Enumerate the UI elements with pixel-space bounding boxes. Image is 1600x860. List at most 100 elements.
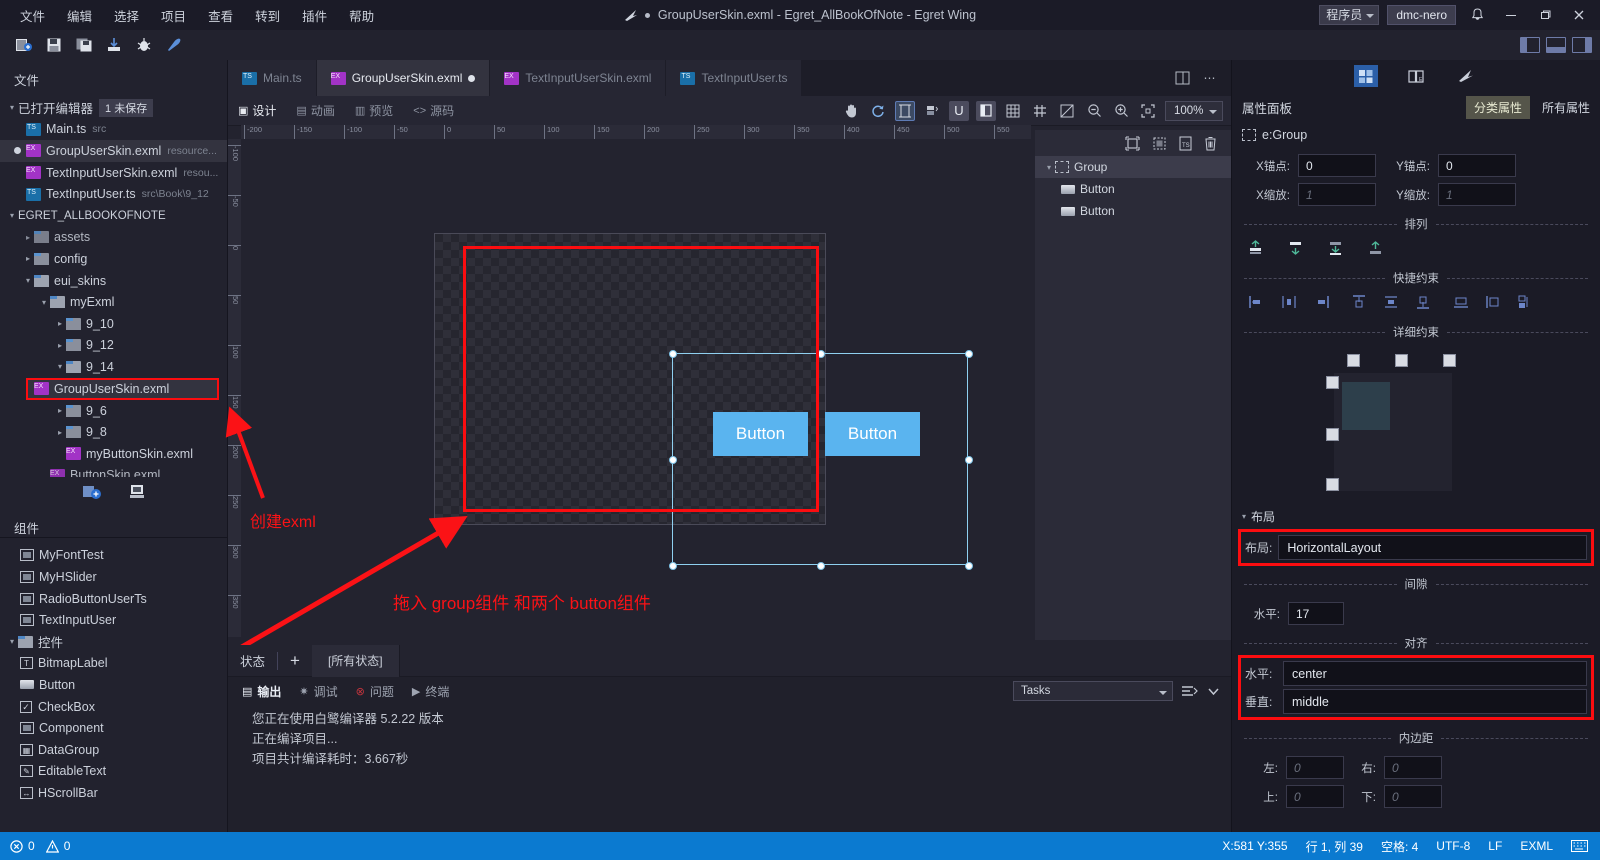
ts-link-icon[interactable]: TS bbox=[1179, 136, 1192, 151]
run-icon[interactable] bbox=[162, 34, 186, 56]
snap-icon[interactable] bbox=[1030, 101, 1050, 121]
canvas-button-2[interactable]: Button bbox=[825, 412, 920, 456]
minimize-button[interactable] bbox=[1498, 0, 1524, 30]
menu-item-4[interactable]: 查看 bbox=[198, 2, 243, 29]
tree-row-myexml[interactable]: ▾ myExml bbox=[0, 291, 227, 313]
section-layout-header[interactable]: ▾ 布局 bbox=[1232, 502, 1600, 527]
delete-icon[interactable] bbox=[1204, 136, 1217, 151]
indent-setting[interactable]: 空格: 4 bbox=[1381, 838, 1418, 855]
editor-tab-0[interactable]: Main.ts bbox=[228, 60, 317, 96]
bell-icon[interactable] bbox=[1464, 0, 1490, 30]
constraint-top-center[interactable] bbox=[1395, 354, 1408, 367]
language-mode[interactable]: EXML bbox=[1520, 839, 1553, 853]
group-layers-icon[interactable] bbox=[1152, 136, 1167, 151]
align-vertical-select[interactable] bbox=[1283, 689, 1587, 714]
detailed-constraint-widget[interactable] bbox=[1246, 348, 1586, 498]
component-item-radiobuttonuserts[interactable]: RadioButtonUserTs bbox=[0, 588, 227, 610]
project-root-row[interactable]: ▾ EGRET_ALLBOOKOFNOTE bbox=[0, 205, 227, 227]
frame-icon[interactable] bbox=[895, 100, 915, 121]
grid-icon[interactable] bbox=[1003, 101, 1023, 121]
component-item-控件[interactable]: ▾ 控件 bbox=[0, 631, 227, 653]
state-tab-all[interactable]: [所有状态] bbox=[311, 644, 400, 677]
editor-tab-2[interactable]: TextInputUserSkin.exml bbox=[490, 60, 667, 96]
role-select[interactable]: 程序员 bbox=[1319, 5, 1380, 25]
layers-icon[interactable] bbox=[922, 101, 942, 121]
maximize-button[interactable] bbox=[1532, 0, 1558, 30]
send-to-back-icon[interactable] bbox=[1286, 240, 1304, 256]
open-file-row-2[interactable]: TextInputUserSkin.exml resou... bbox=[0, 162, 227, 184]
fill-width-icon[interactable] bbox=[1452, 294, 1470, 310]
fill-height-icon[interactable] bbox=[1484, 294, 1502, 310]
zoom-in-icon[interactable] bbox=[1111, 101, 1131, 121]
toggle-right-panel-icon[interactable] bbox=[1572, 37, 1592, 53]
close-button[interactable] bbox=[1566, 0, 1592, 30]
keyboard-icon[interactable] bbox=[1571, 840, 1588, 852]
component-item-button[interactable]: Button bbox=[0, 674, 227, 696]
zoom-level-select[interactable]: 100% bbox=[1165, 100, 1223, 121]
resize-handle-bc[interactable] bbox=[817, 562, 825, 570]
align-horizontal-select[interactable] bbox=[1283, 661, 1587, 686]
bring-to-front-icon[interactable] bbox=[1246, 240, 1264, 256]
egret-icon[interactable] bbox=[1454, 65, 1478, 87]
constraint-top-left[interactable] bbox=[1347, 354, 1360, 367]
eol-setting[interactable]: LF bbox=[1488, 839, 1502, 853]
menu-item-5[interactable]: 转到 bbox=[245, 2, 290, 29]
layout-select[interactable] bbox=[1278, 535, 1587, 560]
align-right-icon[interactable] bbox=[1312, 294, 1330, 310]
debug-icon[interactable] bbox=[132, 34, 156, 56]
toggle-left-panel-icon[interactable] bbox=[1520, 37, 1540, 53]
open-file-row-0[interactable]: Main.ts src bbox=[0, 119, 227, 141]
padding-right-input[interactable] bbox=[1384, 756, 1442, 779]
warning-icon[interactable] bbox=[45, 839, 59, 853]
tree-row-config[interactable]: ▸ config bbox=[0, 248, 227, 270]
mode-button-2[interactable]: ▥ 预览 bbox=[345, 96, 403, 126]
properties-panel-icon[interactable] bbox=[1354, 65, 1378, 87]
resize-handle-bl[interactable] bbox=[669, 562, 677, 570]
component-item-myhslider[interactable]: MyHSlider bbox=[0, 566, 227, 588]
import-icon[interactable] bbox=[102, 34, 126, 56]
mode-button-3[interactable]: <> 源码 bbox=[403, 96, 464, 126]
output-tab-2[interactable]: ⊗ 问题 bbox=[356, 683, 394, 700]
tree-row-9_14[interactable]: ▾ 9_14 bbox=[0, 356, 227, 378]
tab-all-properties[interactable]: 所有属性 bbox=[1542, 99, 1590, 116]
tree-row-eui_skins[interactable]: ▾ eui_skins bbox=[0, 270, 227, 292]
y-scale-input[interactable] bbox=[1438, 183, 1516, 206]
component-item-bitmaplabel[interactable]: T BitmapLabel bbox=[0, 653, 227, 675]
add-state-button[interactable]: + bbox=[278, 651, 312, 671]
error-icon[interactable] bbox=[10, 839, 23, 853]
split-editor-icon[interactable] bbox=[1175, 71, 1190, 85]
menu-item-2[interactable]: 选择 bbox=[104, 2, 149, 29]
tree-row-9_6[interactable]: ▸ 9_6 bbox=[0, 400, 227, 422]
add-component-icon[interactable] bbox=[82, 483, 102, 500]
ungroup-icon[interactable]: U bbox=[949, 100, 969, 121]
cursor-position[interactable]: 行 1, 列 39 bbox=[1306, 838, 1363, 855]
cursor-coords[interactable]: X:581 Y:355 bbox=[1222, 839, 1287, 853]
clear-output-icon[interactable] bbox=[1181, 684, 1198, 699]
menu-item-6[interactable]: 插件 bbox=[292, 2, 337, 29]
save-all-icon[interactable] bbox=[72, 34, 96, 56]
guides-icon[interactable] bbox=[1057, 101, 1077, 121]
tree-row-9_12[interactable]: ▸ 9_12 bbox=[0, 335, 227, 357]
tree-row-buttonskin-exml[interactable]: ButtonSkin.exml bbox=[0, 465, 227, 477]
align-top-icon[interactable] bbox=[1350, 294, 1368, 310]
output-tab-3[interactable]: ▶ 终端 bbox=[412, 683, 449, 700]
menu-item-7[interactable]: 帮助 bbox=[339, 2, 384, 29]
bring-forward-icon[interactable] bbox=[1326, 240, 1344, 256]
tree-row-assets[interactable]: ▸ assets bbox=[0, 227, 227, 249]
component-item-hscrollbar[interactable]: ↔ HScrollBar bbox=[0, 782, 227, 800]
padding-top-input[interactable] bbox=[1286, 785, 1344, 808]
constraint-left-bottom[interactable] bbox=[1326, 478, 1339, 491]
resize-handle-br[interactable] bbox=[965, 562, 973, 570]
output-tab-1[interactable]: ✷ 调试 bbox=[299, 683, 337, 700]
new-file-icon[interactable] bbox=[12, 34, 36, 56]
save-icon[interactable] bbox=[42, 34, 66, 56]
component-item-myfonttest[interactable]: MyFontTest bbox=[0, 545, 227, 567]
resize-handle-tr[interactable] bbox=[965, 350, 973, 358]
constraint-top-right[interactable] bbox=[1443, 354, 1456, 367]
tree-row-groupuserskin-exml[interactable]: GroupUserSkin.exml bbox=[26, 377, 219, 400]
mode-button-0[interactable]: ▣ 设计 bbox=[228, 96, 286, 126]
hand-tool-icon[interactable] bbox=[841, 101, 861, 121]
design-canvas[interactable]: Button Button bbox=[241, 139, 1031, 637]
tasks-select[interactable]: Tasks bbox=[1013, 681, 1173, 701]
padding-left-input[interactable] bbox=[1286, 756, 1344, 779]
